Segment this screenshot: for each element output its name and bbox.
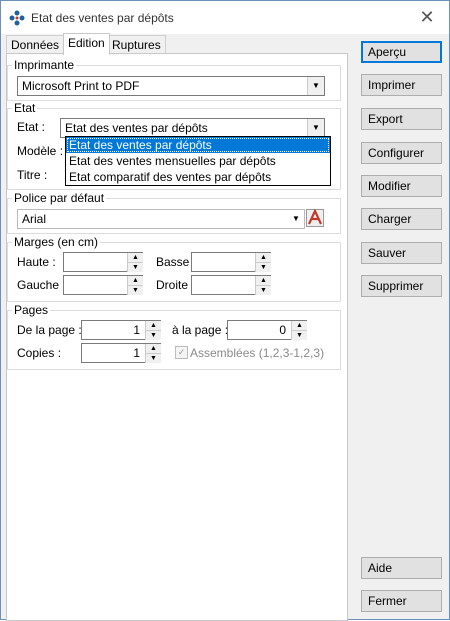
- sauver-label: Sauver: [368, 246, 407, 260]
- spin-down-icon[interactable]: ▼: [291, 331, 307, 340]
- supprimer-button[interactable]: Supprimer: [361, 275, 442, 297]
- window-title: Etat des ventes par dépôts: [31, 11, 174, 25]
- apercu-label: Aperçu: [368, 45, 407, 59]
- spin-down-icon[interactable]: ▼: [255, 286, 271, 295]
- sauver-button[interactable]: Sauver: [361, 242, 442, 264]
- font-select[interactable]: Arial ▼: [17, 209, 305, 229]
- spin-up-icon[interactable]: ▲: [145, 344, 161, 354]
- etat-select[interactable]: Etat des ventes par dépôts ▼: [60, 118, 325, 138]
- etat-value: Etat des ventes par dépôts: [65, 121, 208, 135]
- fermer-button[interactable]: Fermer: [361, 590, 442, 612]
- configurer-label: Configurer: [368, 146, 425, 160]
- app-logo-icon: [9, 10, 25, 26]
- modifier-button[interactable]: Modifier: [361, 175, 442, 197]
- page-from-label: De la page :: [17, 323, 82, 337]
- spin-down-icon[interactable]: ▼: [127, 286, 143, 295]
- aide-button[interactable]: Aide: [361, 557, 442, 579]
- chevron-down-icon[interactable]: ▼: [307, 119, 324, 137]
- margins-group: Marges (en cm) Haute : ▲ ▼ Basse : ▲ ▼ Gau…: [7, 235, 341, 302]
- dropdown-option[interactable]: Etat des ventes mensuelles par dépôts: [66, 153, 330, 169]
- spin-up-icon[interactable]: ▲: [127, 276, 143, 286]
- titre-label: Titre :: [17, 168, 48, 182]
- page-to-value: 0: [279, 323, 286, 337]
- imprimer-button[interactable]: Imprimer: [361, 74, 442, 96]
- aide-label: Aide: [368, 561, 393, 575]
- margin-left-label: Gauche :: [17, 278, 66, 292]
- chevron-down-icon[interactable]: ▼: [307, 77, 324, 95]
- supprimer-label: Supprimer: [368, 279, 424, 293]
- printer-group: Imprimante Microsoft Print to PDF ▼: [7, 58, 341, 101]
- page-from-spinner[interactable]: 1 ▲ ▼: [81, 320, 161, 340]
- margin-right-spinner[interactable]: ▲ ▼: [191, 275, 271, 295]
- font-group-label: Police par défaut: [12, 191, 107, 205]
- spin-down-icon[interactable]: ▼: [255, 263, 271, 272]
- etat-group-label: Etat: [12, 101, 38, 115]
- font-picker-icon[interactable]: [306, 209, 324, 227]
- dropdown-option[interactable]: Etat comparatif des ventes par dépôts: [66, 169, 330, 185]
- spin-up-icon[interactable]: ▲: [255, 253, 271, 263]
- modele-label: Modèle :: [17, 144, 64, 158]
- margin-top-label: Haute :: [17, 255, 56, 269]
- pages-group: Pages De la page : 1 ▲ ▼ à la page : 0 ▲ ▼…: [7, 303, 341, 370]
- pages-group-label: Pages: [12, 303, 51, 317]
- printer-value: Microsoft Print to PDF: [22, 79, 140, 93]
- spin-down-icon[interactable]: ▼: [127, 263, 143, 272]
- collate-checkbox[interactable]: ✓: [175, 346, 188, 359]
- spin-down-icon[interactable]: ▼: [145, 331, 161, 340]
- page-to-spinner[interactable]: 0 ▲ ▼: [227, 320, 307, 340]
- spin-down-icon[interactable]: ▼: [145, 354, 161, 363]
- font-group: Police par défaut Arial ▼: [7, 191, 341, 234]
- etat-label: Etat :: [17, 120, 46, 134]
- chevron-down-icon[interactable]: ▼: [288, 210, 304, 228]
- apercu-button[interactable]: Aperçu: [361, 41, 442, 63]
- tab-donnees[interactable]: Données: [6, 35, 65, 54]
- margin-top-spinner[interactable]: ▲ ▼: [63, 252, 143, 272]
- font-value: Arial: [22, 212, 47, 226]
- margin-bottom-spinner[interactable]: ▲ ▼: [191, 252, 271, 272]
- spin-up-icon[interactable]: ▲: [145, 321, 161, 331]
- fermer-label: Fermer: [368, 594, 407, 608]
- close-icon[interactable]: ✕: [405, 1, 449, 34]
- tab-ruptures[interactable]: Ruptures: [107, 35, 166, 54]
- charger-button[interactable]: Charger: [361, 208, 442, 230]
- margin-right-label: Droite :: [156, 278, 195, 292]
- imprimer-label: Imprimer: [368, 78, 416, 92]
- collate-label: Assemblées (1,2,3-1,2,3): [190, 346, 325, 360]
- edition-panel: Imprimante Microsoft Print to PDF ▼ Etat…: [6, 53, 348, 621]
- configurer-button[interactable]: Configurer: [361, 142, 442, 164]
- margins-group-label: Marges (en cm): [12, 235, 101, 249]
- printer-select[interactable]: Microsoft Print to PDF ▼: [17, 76, 325, 96]
- charger-label: Charger: [368, 212, 412, 226]
- printer-group-label: Imprimante: [12, 58, 77, 72]
- modifier-label: Modifier: [368, 179, 411, 193]
- copies-value: 1: [133, 346, 140, 360]
- dropdown-option[interactable]: Etat des ventes par dépôts: [66, 137, 330, 153]
- dialog-window: Etat des ventes par dépôts ✕ Données Edi…: [0, 0, 450, 621]
- title-bar: Etat des ventes par dépôts ✕: [1, 1, 449, 34]
- tab-edition[interactable]: Edition: [63, 33, 110, 55]
- copies-spinner[interactable]: 1 ▲ ▼: [81, 343, 161, 363]
- spin-up-icon[interactable]: ▲: [127, 253, 143, 263]
- spin-up-icon[interactable]: ▲: [291, 321, 307, 331]
- export-button[interactable]: Export: [361, 108, 442, 130]
- page-from-value: 1: [133, 323, 140, 337]
- page-to-label: à la page :: [172, 323, 229, 337]
- export-label: Export: [368, 112, 403, 126]
- margin-left-spinner[interactable]: ▲ ▼: [63, 275, 143, 295]
- copies-label: Copies :: [17, 346, 62, 360]
- spin-up-icon[interactable]: ▲: [255, 276, 271, 286]
- etat-dropdown-list: Etat des ventes par dépôts Etat des vent…: [65, 136, 331, 186]
